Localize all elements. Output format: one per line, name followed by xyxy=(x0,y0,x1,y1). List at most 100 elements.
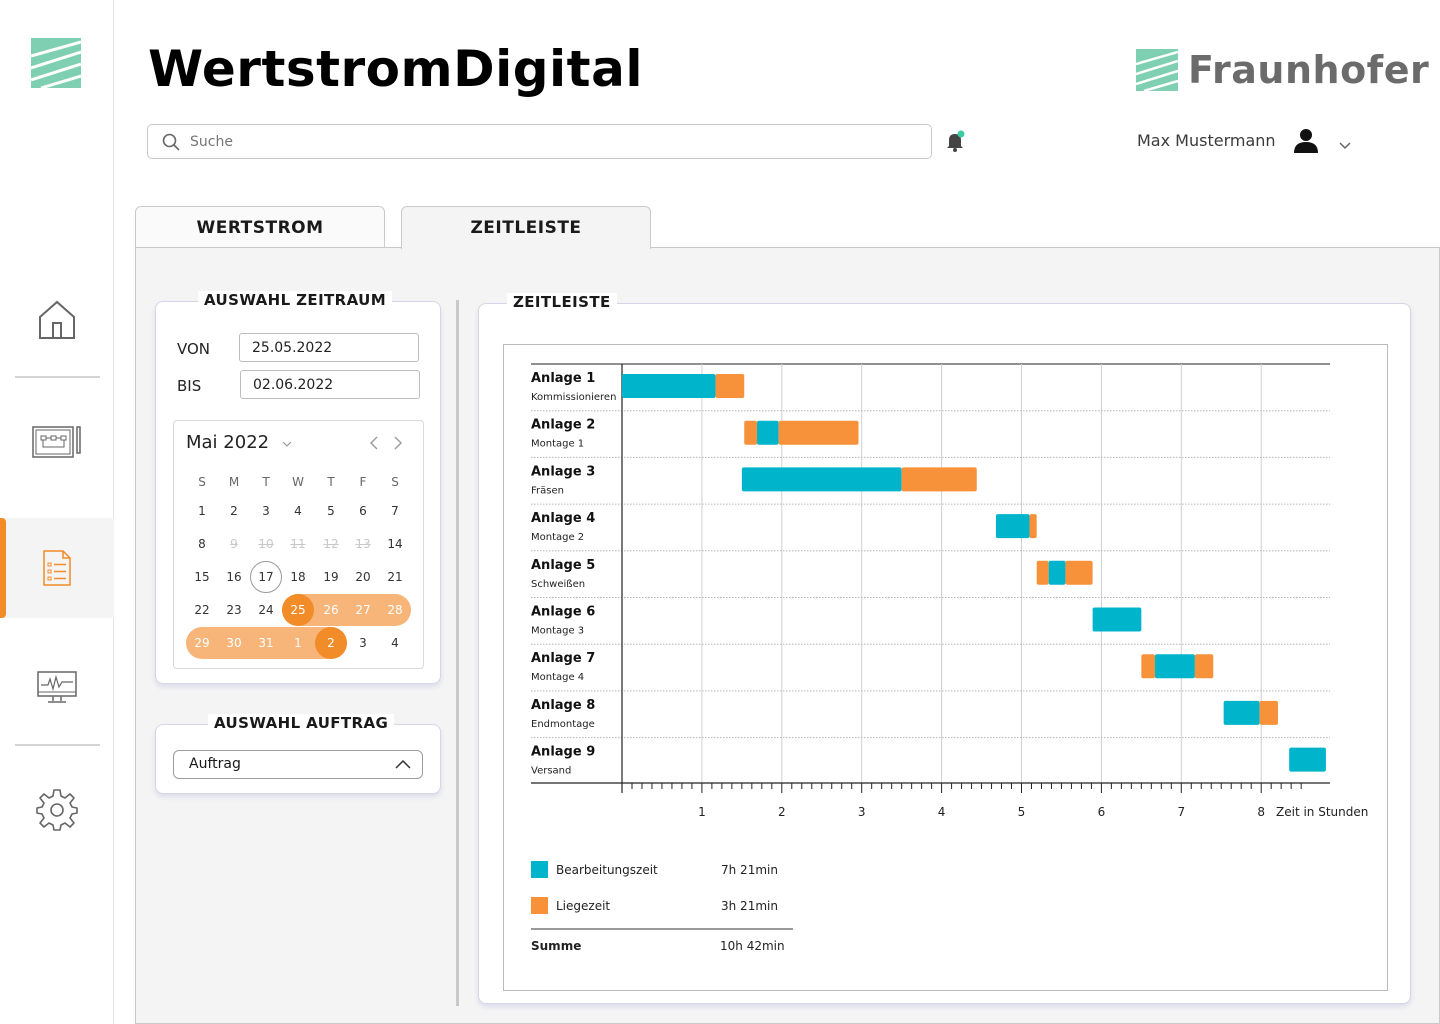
calendar-day[interactable]: 25 xyxy=(282,594,314,626)
sidebar-item-home[interactable] xyxy=(0,270,114,370)
row-sublabel: Montage 2 xyxy=(531,532,584,543)
row-label: Anlage 7 xyxy=(531,651,595,666)
x-tick-label: 5 xyxy=(1018,805,1026,819)
von-label: VON xyxy=(177,340,211,358)
notification-bell-icon[interactable] xyxy=(945,130,967,156)
app-title: WertstromDigital xyxy=(148,40,643,98)
chevron-down-icon xyxy=(282,441,292,447)
calendar-day[interactable]: 6 xyxy=(349,497,377,525)
sidebar-item-settings[interactable] xyxy=(0,760,114,860)
calendar-day[interactable]: 16 xyxy=(220,563,248,591)
calendar-day[interactable]: 13 xyxy=(349,530,377,558)
auftrag-panel: AUSWAHL AUFTRAG Auftrag xyxy=(155,714,441,794)
calendar-day[interactable]: 1 xyxy=(284,629,312,657)
calendar-day[interactable]: 23 xyxy=(220,596,248,624)
calendar-day[interactable]: 15 xyxy=(188,563,216,591)
sidebar xyxy=(0,0,114,1024)
gantt-bar-liege xyxy=(1036,560,1049,585)
calendar-day[interactable]: 28 xyxy=(381,596,409,624)
gantt-bar-bearbeitung xyxy=(622,374,716,398)
gantt-bar-bearbeitung xyxy=(1154,654,1195,679)
row-label: Anlage 2 xyxy=(531,418,595,433)
calendar-weekday: T xyxy=(327,475,335,489)
user-avatar-icon[interactable] xyxy=(1293,128,1319,158)
calendar-day[interactable]: 20 xyxy=(349,563,377,591)
row-sublabel: Kommissionieren xyxy=(531,392,616,403)
home-icon xyxy=(39,300,75,339)
calendar-weekday: S xyxy=(198,475,206,489)
calendar-day[interactable]: 9 xyxy=(220,530,248,558)
gantt-bar-liege xyxy=(1141,654,1155,679)
row-sublabel: Fräsen xyxy=(531,485,564,496)
search-bar[interactable] xyxy=(147,124,932,159)
summary-divider xyxy=(531,928,793,930)
calendar-day[interactable]: 22 xyxy=(188,596,216,624)
calendar-day[interactable]: 8 xyxy=(188,530,216,558)
calendar-day[interactable]: 2 xyxy=(220,497,248,525)
calendar-day[interactable]: 11 xyxy=(284,530,312,558)
fraunhofer-logo-icon xyxy=(1136,49,1178,91)
calendar-weekday: S xyxy=(391,475,399,489)
summe-value: 10h 42min xyxy=(720,939,785,953)
x-tick-label: 3 xyxy=(858,805,866,819)
calendar-day[interactable]: 29 xyxy=(188,629,216,657)
document-list-icon xyxy=(43,550,71,586)
calendar-day[interactable]: 27 xyxy=(349,596,377,624)
search-icon xyxy=(162,133,180,151)
tab-wertstrom[interactable]: WERTSTROM xyxy=(135,206,385,248)
auftrag-select[interactable]: Auftrag xyxy=(173,750,423,779)
calendar-day[interactable]: 24 xyxy=(252,596,280,624)
calendar-day[interactable]: 1 xyxy=(188,497,216,525)
x-tick-label: 8 xyxy=(1257,805,1265,819)
calendar-day[interactable]: 19 xyxy=(317,563,345,591)
calendar-day[interactable]: 21 xyxy=(381,563,409,591)
chevron-down-icon[interactable] xyxy=(1338,135,1352,154)
legend-bearbeitung-swatch xyxy=(531,861,548,878)
sidebar-item-zeitleiste[interactable] xyxy=(0,518,114,618)
calendar-day[interactable]: 7 xyxy=(381,497,409,525)
calendar-day[interactable]: 10 xyxy=(252,530,280,558)
gantt-bar-liege xyxy=(744,420,758,445)
chevron-right-icon[interactable] xyxy=(392,435,404,451)
calendar-weekday: F xyxy=(359,475,367,489)
row-sublabel: Versand xyxy=(531,766,571,777)
x-axis-label: Zeit in Stunden xyxy=(1276,805,1368,819)
sidebar-item-monitor[interactable] xyxy=(0,638,114,738)
calendar-day[interactable]: 30 xyxy=(220,629,248,657)
summe-label: Summe xyxy=(531,939,582,953)
gantt-bar-liege xyxy=(901,467,977,492)
calendar-day[interactable]: 2 xyxy=(315,627,347,659)
calendar-day[interactable]: 12 xyxy=(317,530,345,558)
calendar-weekday: T xyxy=(262,475,270,489)
calendar-day[interactable]: 3 xyxy=(252,497,280,525)
x-tick-label: 7 xyxy=(1177,805,1185,819)
fraunhofer-logo-icon xyxy=(30,38,82,90)
chevron-left-icon[interactable] xyxy=(368,435,380,451)
search-input[interactable] xyxy=(190,133,890,150)
calendar-day[interactable]: 4 xyxy=(284,497,312,525)
bis-date-field[interactable]: 02.06.2022 xyxy=(240,370,420,399)
tab-zeitleiste[interactable]: ZEITLEISTE xyxy=(401,206,651,249)
calendar-day[interactable]: 3 xyxy=(349,629,377,657)
zeitraum-panel: AUSWAHL ZEITRAUM VON 25.05.2022 BIS 02.0… xyxy=(155,291,441,684)
calendar: Mai 2022 S M T W T F S 1 2 3 4 5 6 7 8 9 10 11 12 13 14 15 16 1… xyxy=(173,420,424,669)
calendar-day[interactable]: 4 xyxy=(381,629,409,657)
vertical-divider xyxy=(456,300,459,1006)
calendar-day[interactable]: 17 xyxy=(250,561,282,593)
von-date-field[interactable]: 25.05.2022 xyxy=(239,333,419,362)
sidebar-item-wertstrom[interactable] xyxy=(0,392,114,492)
auftrag-select-value: Auftrag xyxy=(189,756,241,772)
calendar-month-label: Mai 2022 xyxy=(186,432,270,453)
calendar-month[interactable]: Mai 2022 xyxy=(186,432,293,453)
legend-liege-label: Liegezeit xyxy=(556,899,611,913)
calendar-day[interactable]: 31 xyxy=(252,629,280,657)
calendar-day[interactable]: 26 xyxy=(317,596,345,624)
gantt-bar-bearbeitung xyxy=(1223,700,1260,725)
row-label: Anlage 3 xyxy=(531,464,595,479)
calendar-day[interactable]: 5 xyxy=(317,497,345,525)
calendar-day[interactable]: 14 xyxy=(381,530,409,558)
monitor-pulse-icon xyxy=(37,671,77,703)
gantt-bar-bearbeitung xyxy=(995,514,1030,539)
username[interactable]: Max Mustermann xyxy=(1137,131,1276,150)
calendar-day[interactable]: 18 xyxy=(284,563,312,591)
